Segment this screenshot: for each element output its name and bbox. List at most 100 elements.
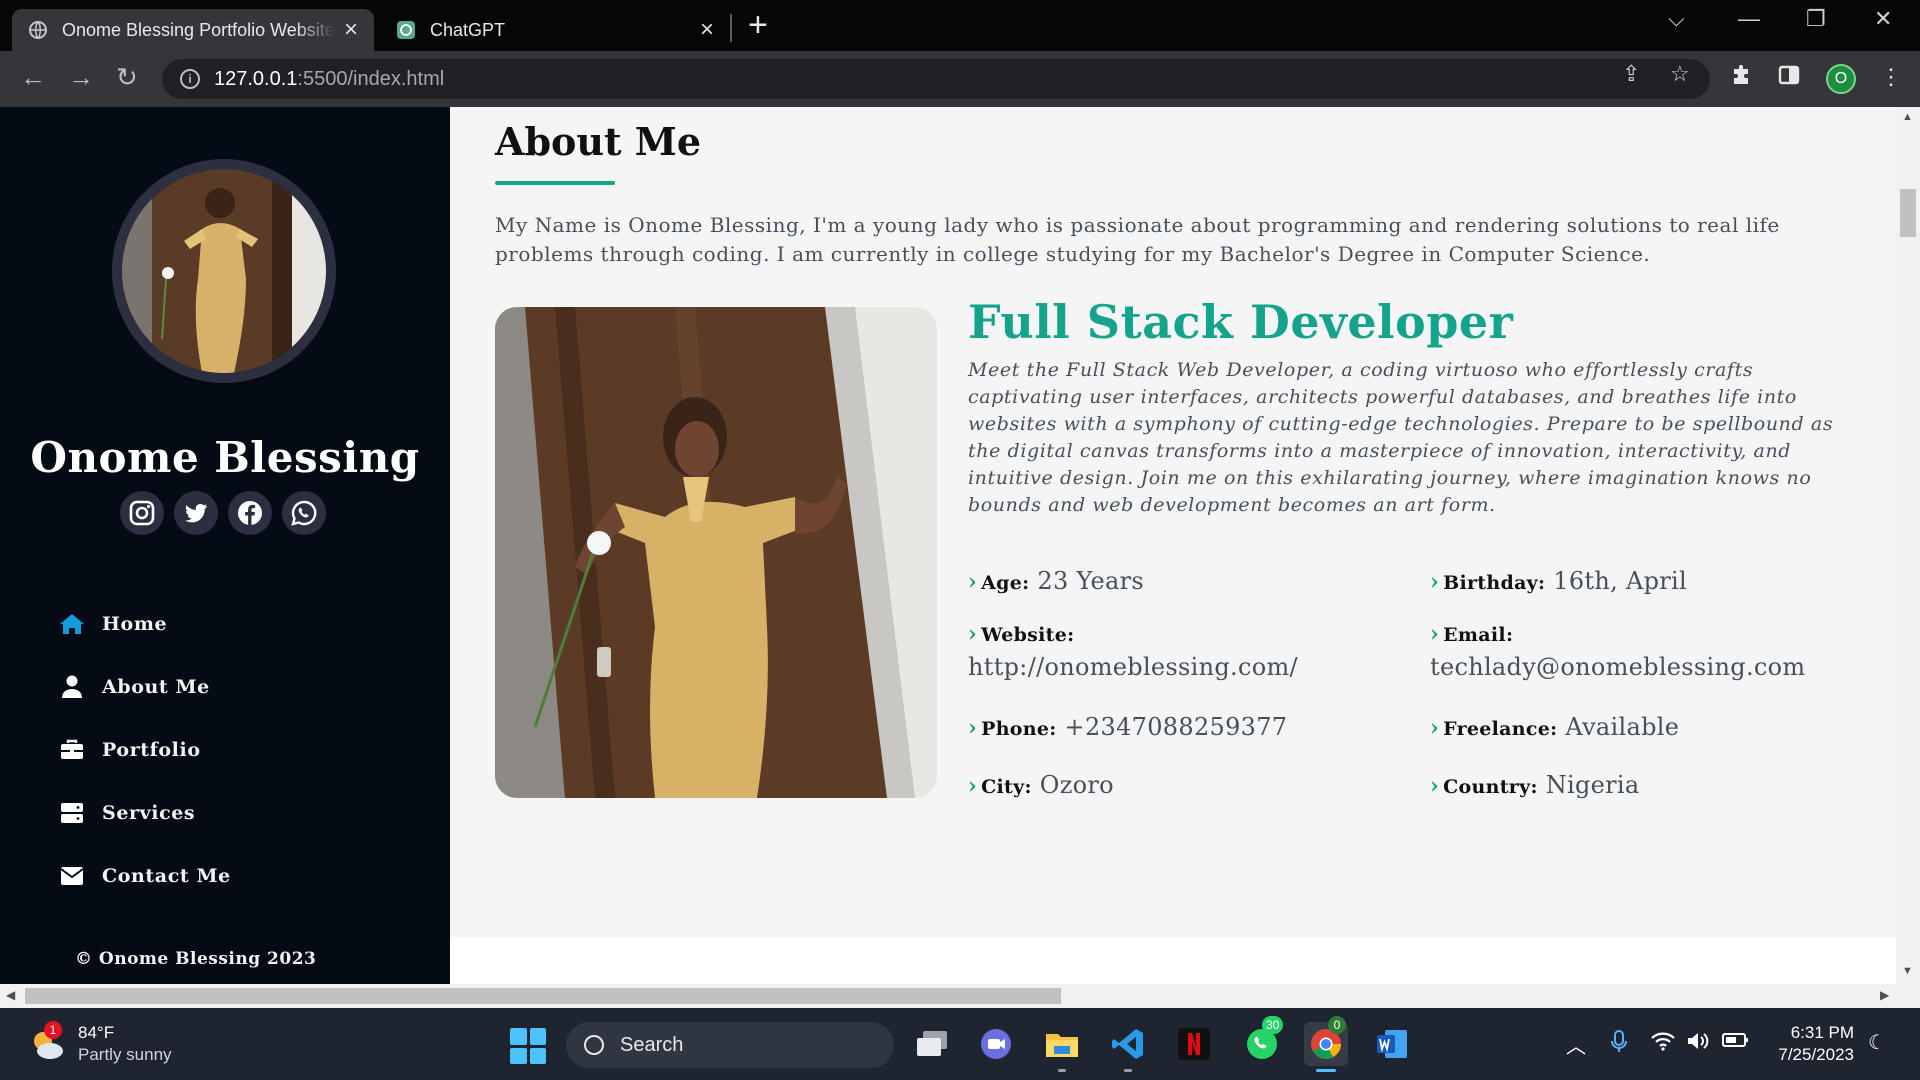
browser-menu-icon[interactable]: ⋮ — [1880, 64, 1902, 90]
facebook-icon[interactable] — [228, 491, 272, 535]
fact-email: › Email: techlady@onomeblessing.com — [1430, 619, 1805, 681]
windows-start-icon[interactable] — [510, 1028, 546, 1064]
taskbar-search[interactable]: Search — [566, 1022, 894, 1068]
teams-chat-icon[interactable] — [974, 1022, 1018, 1066]
fact-label: Country: — [1443, 776, 1538, 798]
fact-label: Freelance: — [1443, 718, 1558, 740]
browser-toolbar: ← → ↻ i 127.0.0.1:5500/index.html ⇪ ☆ O … — [0, 51, 1920, 107]
chevron-right-icon: › — [1430, 773, 1440, 799]
chrome-icon[interactable]: 0 — [1304, 1016, 1348, 1072]
nav-label: Contact Me — [102, 864, 231, 887]
search-label: Search — [620, 1033, 684, 1056]
about-intro: My Name is Onome Blessing, I'm a young l… — [495, 213, 1780, 266]
system-clock[interactable]: 6:31 PM 7/25/2023 — [1770, 1022, 1854, 1066]
fact-value: Available — [1565, 713, 1680, 741]
minimize-icon[interactable]: — — [1738, 6, 1760, 32]
tab-chatgpt[interactable]: ChatGPT × — [380, 9, 730, 51]
new-tab-icon[interactable]: + — [748, 8, 768, 42]
vscode-icon[interactable] — [1106, 1022, 1150, 1072]
chevron-right-icon: › — [968, 621, 978, 647]
task-view-icon[interactable] — [910, 1022, 954, 1066]
profile-photo — [112, 159, 336, 383]
nav-item-about[interactable]: About Me — [58, 655, 231, 718]
clock-date: 7/25/2023 — [1778, 1045, 1854, 1064]
nav-item-contact[interactable]: Contact Me — [58, 844, 231, 907]
back-arrow-icon[interactable]: ← — [20, 64, 46, 90]
weather-temp: 84°F — [78, 1023, 115, 1042]
scroll-up-arrow-icon[interactable]: ▲ — [1902, 111, 1913, 123]
title-underline — [495, 181, 615, 185]
fact-value: Ozoro — [1039, 771, 1114, 799]
weather-widget[interactable]: 1 84°F Partly sunny — [28, 1021, 172, 1066]
fact-label: City: — [981, 776, 1032, 798]
chevron-right-icon: › — [968, 569, 978, 595]
close-tab-icon[interactable]: × — [344, 18, 358, 42]
share-icon[interactable]: ⇪ — [1622, 61, 1640, 87]
nav-label: Portfolio — [102, 738, 201, 761]
fact-label: Website: — [981, 624, 1075, 646]
fact-value: 23 Years — [1037, 567, 1145, 595]
profile-avatar[interactable]: O — [1826, 64, 1856, 94]
vertical-scrollbar[interactable]: ▲ ▼ — [1896, 107, 1920, 984]
scroll-down-arrow-icon[interactable]: ▼ — [1902, 965, 1913, 977]
sidebar: Onome Blessing Home About Me Portfolio S… — [0, 107, 450, 984]
whatsapp-icon[interactable] — [282, 491, 326, 535]
wifi-icon[interactable] — [1650, 1030, 1676, 1058]
horizontal-scrollbar[interactable]: ◀ ▶ — [0, 984, 1920, 1008]
fact-label: Birthday: — [1443, 572, 1546, 594]
microphone-icon[interactable] — [1610, 1030, 1628, 1060]
scroll-right-arrow-icon[interactable]: ▶ — [1880, 988, 1889, 1002]
do-not-disturb-moon-icon[interactable]: ☾ — [1868, 1030, 1886, 1055]
nav-item-services[interactable]: Services — [58, 781, 231, 844]
fact-freelance: › Freelance: Available — [1430, 713, 1679, 741]
fact-city: › City: Ozoro — [968, 771, 1114, 799]
about-photo — [495, 307, 937, 798]
bookmark-star-icon[interactable]: ☆ — [1670, 61, 1690, 87]
chatgpt-icon — [396, 20, 416, 40]
nav-item-home[interactable]: Home — [58, 592, 231, 655]
partly-sunny-icon: 1 — [28, 1021, 66, 1063]
scrollbar-thumb[interactable] — [1900, 189, 1916, 237]
restore-icon[interactable]: ❐ — [1806, 6, 1826, 32]
address-bar[interactable]: i 127.0.0.1:5500/index.html — [162, 59, 1710, 99]
instagram-icon[interactable] — [120, 491, 164, 535]
volume-icon[interactable] — [1686, 1030, 1710, 1058]
clock-time: 6:31 PM — [1790, 1023, 1854, 1042]
windows-taskbar: 1 84°F Partly sunny Search 30 0 ︿ 6:31 P… — [0, 1008, 1920, 1080]
url-host: 127.0.0.1 — [214, 67, 298, 90]
role-description: Meet the Full Stack Web Developer, a cod… — [968, 359, 1834, 516]
twitter-icon[interactable] — [174, 491, 218, 535]
whatsapp-app-icon[interactable]: 30 — [1240, 1016, 1284, 1066]
fact-value: Nigeria — [1545, 771, 1640, 799]
chevron-right-icon: › — [968, 773, 978, 799]
chevron-right-icon: › — [968, 715, 978, 741]
close-window-icon[interactable]: ✕ — [1874, 6, 1892, 32]
tab-search-chevron-icon[interactable]: ⌵ — [1668, 6, 1685, 32]
side-panel-icon[interactable] — [1778, 64, 1800, 92]
fact-value[interactable]: techlady@onomeblessing.com — [1430, 653, 1805, 681]
fact-value[interactable]: http://onomeblessing.com/ — [968, 653, 1298, 681]
forward-arrow-icon[interactable]: → — [68, 64, 94, 90]
url-path: :5500/index.html — [297, 67, 445, 90]
chevron-right-icon: › — [1430, 621, 1440, 647]
file-explorer-icon[interactable] — [1040, 1022, 1084, 1072]
tab-portfolio[interactable]: Onome Blessing Portfolio Website × — [12, 9, 374, 51]
show-hidden-icons-chevron-icon[interactable]: ︿ — [1566, 1030, 1586, 1059]
reload-icon[interactable]: ↻ — [116, 64, 138, 90]
about-section: About Me My Name is Onome Blessing, I'm … — [450, 107, 1896, 937]
nav-item-portfolio[interactable]: Portfolio — [58, 718, 231, 781]
word-icon[interactable] — [1370, 1022, 1414, 1066]
fact-age: › Age: 23 Years — [968, 567, 1144, 595]
site-info-icon[interactable]: i — [180, 69, 200, 89]
netflix-icon[interactable] — [1172, 1022, 1216, 1066]
fact-value: +2347088259377 — [1064, 713, 1288, 741]
close-tab-icon[interactable]: × — [700, 18, 714, 42]
user-icon — [58, 675, 86, 699]
globe-icon — [28, 20, 48, 40]
fact-country: › Country: Nigeria — [1430, 771, 1640, 799]
extensions-puzzle-icon[interactable] — [1730, 64, 1754, 94]
weather-desc: Partly sunny — [78, 1045, 172, 1064]
battery-icon[interactable] — [1722, 1030, 1750, 1056]
scroll-left-arrow-icon[interactable]: ◀ — [6, 988, 15, 1002]
scrollbar-thumb[interactable] — [25, 988, 1061, 1004]
